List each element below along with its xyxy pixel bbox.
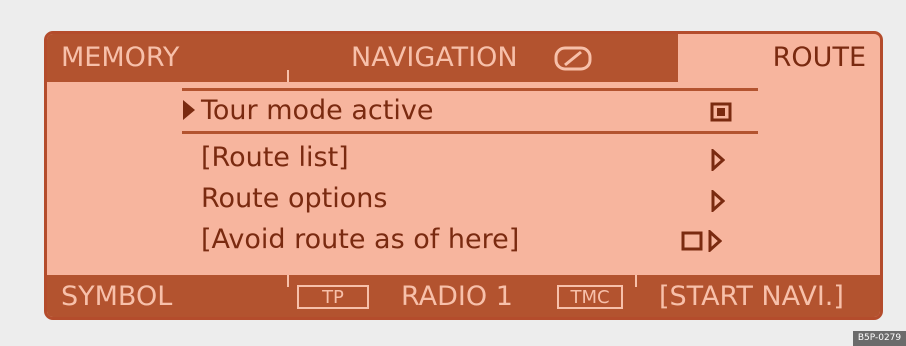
menu-item-route-list[interactable]: [Route list]	[201, 143, 349, 173]
softkey-separator	[287, 275, 289, 287]
checkbox-checked-icon[interactable]	[710, 102, 732, 122]
menu-item-tour-mode[interactable]: Tour mode active	[201, 96, 433, 126]
submenu-arrow-icon[interactable]	[711, 190, 725, 212]
top-bar: MEMORY NAVIGATION ROUTE	[47, 34, 880, 82]
submenu-arrow-icon[interactable]	[711, 149, 725, 171]
memory-tab[interactable]: MEMORY	[61, 43, 179, 73]
route-tab-label: ROUTE	[772, 42, 866, 73]
symbol-softkey[interactable]: SYMBOL	[61, 282, 172, 312]
menu-item-route-options[interactable]: Route options	[201, 184, 387, 214]
route-tab[interactable]: ROUTE	[678, 34, 880, 82]
start-navi-softkey[interactable]: [START NAVI.]	[659, 282, 844, 312]
image-code-label: B5P-0279	[853, 331, 906, 346]
checkbox-unchecked-icon[interactable]	[681, 231, 703, 251]
selection-bottom-line	[182, 131, 758, 134]
tp-indicator[interactable]: TP	[297, 285, 369, 309]
tmc-indicator[interactable]: TMC	[557, 285, 623, 309]
tab-separator	[287, 70, 289, 82]
submenu-arrow-icon[interactable]	[708, 230, 722, 252]
radio-softkey[interactable]: RADIO 1	[401, 282, 513, 312]
selection-pointer-icon	[183, 100, 195, 120]
menu-item-avoid-route[interactable]: [Avoid route as of here]	[201, 225, 519, 255]
bottom-bar: SYMBOL TP RADIO 1 TMC [START NAVI.]	[47, 275, 880, 317]
navigation-tab[interactable]: NAVIGATION	[351, 43, 518, 73]
selection-top-line	[182, 88, 758, 91]
softkey-separator	[635, 275, 637, 287]
display-screen: MEMORY NAVIGATION ROUTE Tour mode active…	[44, 31, 883, 320]
compass-icon	[554, 46, 592, 71]
